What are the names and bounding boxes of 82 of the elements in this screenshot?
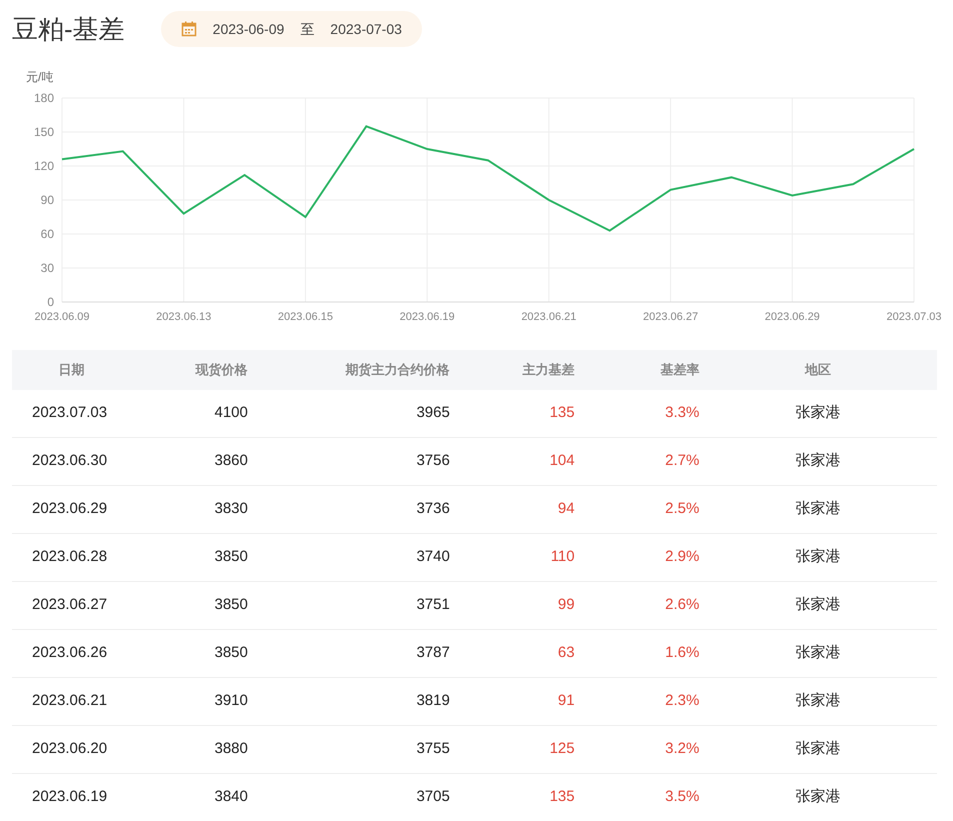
page-title: 豆粕-基差	[12, 12, 125, 46]
table-cell-text: 张家港	[794, 787, 842, 808]
column-header: 现货价格	[194, 361, 248, 380]
table-cell-text: 3751	[415, 595, 450, 616]
table-cell-text: 63	[556, 643, 575, 664]
table-cell-text: 2.6%	[664, 595, 700, 616]
table-cell-text: 2023.06.19	[31, 787, 108, 808]
axis-label: 2023.07.03	[886, 311, 942, 323]
table-cell-text: 3819	[415, 691, 450, 712]
table-cell-text: 3850	[213, 643, 248, 664]
table-cell-text: 3787	[415, 643, 450, 664]
axis-label: 2023.06.29	[764, 311, 820, 323]
column-header: 地区	[804, 361, 832, 380]
table-cell-text: 3850	[213, 595, 248, 616]
table-cell-text: 1.6%	[664, 643, 700, 664]
column-header: 日期	[57, 361, 86, 380]
table-cell-text: 3705	[415, 787, 450, 808]
table-cell-text: 张家港	[794, 403, 842, 424]
table-cell-text: 3.5%	[664, 787, 700, 808]
axis-label: 150	[34, 125, 54, 139]
axis-label: 30	[40, 261, 54, 275]
table-cell-text: 110	[550, 547, 575, 568]
table-cell-text: 2023.07.03	[31, 403, 108, 424]
table-cell-text: 3755	[415, 739, 450, 760]
axis-label: 120	[34, 159, 54, 173]
table-cell-text: 2023.06.29	[31, 499, 108, 520]
table-cell-text: 张家港	[794, 691, 842, 712]
table-cell-text: 2.5%	[664, 499, 700, 520]
table-cell-text: 张家港	[794, 595, 842, 616]
range-separator: 至	[300, 20, 314, 38]
table-cell-text: 张家港	[794, 739, 842, 760]
table-cell-text: 135	[548, 787, 575, 808]
axis-label: 180	[34, 91, 54, 105]
axis-label: 2023.06.21	[521, 311, 576, 323]
table-cell-text: 125	[548, 739, 575, 760]
table-cell-text: 2023.06.26	[31, 643, 108, 664]
axis-label: 0	[47, 295, 54, 309]
column-header: 期货主力合约价格	[344, 361, 450, 380]
column-header: 主力基差	[522, 361, 575, 380]
table-cell-text: 3830	[213, 499, 248, 520]
table-cell-text: 3.3%	[664, 403, 700, 424]
table-cell-text: 张家港	[794, 547, 842, 568]
table-cell-text: 2023.06.21	[31, 691, 108, 712]
axis-label: 2023.06.13	[156, 311, 212, 323]
end-date: 2023-07-03	[330, 20, 402, 38]
axis-label: 2023.06.09	[34, 311, 90, 323]
table-cell-text: 3756	[415, 451, 450, 472]
table-cell-text: 99	[556, 595, 575, 616]
table-cell-text: 张家港	[794, 499, 842, 520]
table-cell-text: 135	[548, 403, 575, 424]
axis-label: 2023.06.15	[278, 311, 333, 323]
date-range-picker[interactable]: 2023-06-09 至 2023-07-03	[160, 11, 422, 47]
table-cell-text: 3850	[213, 547, 248, 568]
table-cell-text: 3.2%	[664, 739, 700, 760]
table-cell-text: 3880	[213, 739, 248, 760]
axis-title: 元/吨	[26, 70, 54, 84]
table-cell-text: 4100	[213, 403, 248, 424]
axis-label: 60	[40, 227, 54, 241]
table-cell-text: 2023.06.20	[31, 739, 108, 760]
table-cell-text: 2023.06.28	[31, 547, 108, 568]
start-date: 2023-06-09	[212, 20, 284, 38]
table-cell-text: 3740	[415, 547, 450, 568]
table-cell-text: 3840	[213, 787, 248, 808]
table-cell-text: 104	[548, 451, 575, 472]
calendar-icon	[180, 21, 197, 37]
table-cell-text: 3965	[415, 403, 450, 424]
table-cell-text: 2023.06.27	[31, 595, 108, 616]
table-cell-text: 2.7%	[664, 451, 700, 472]
axis-label: 90	[40, 193, 54, 207]
table-cell-text: 2.3%	[664, 691, 700, 712]
axis-label: 2023.06.27	[643, 311, 698, 323]
table-cell-text: 3910	[213, 691, 248, 712]
table-cell-text: 3860	[213, 451, 248, 472]
table-cell-text: 张家港	[794, 451, 842, 472]
table-cell-text: 91	[556, 691, 575, 712]
table-cell-text: 2.9%	[664, 547, 700, 568]
table-cell-text: 张家港	[794, 643, 842, 664]
column-header: 基差率	[659, 361, 700, 380]
table-cell-text: 3736	[415, 499, 450, 520]
table-cell-text: 94	[556, 499, 575, 520]
table-cell-text: 2023.06.30	[31, 451, 108, 472]
axis-label: 2023.06.19	[400, 311, 455, 323]
